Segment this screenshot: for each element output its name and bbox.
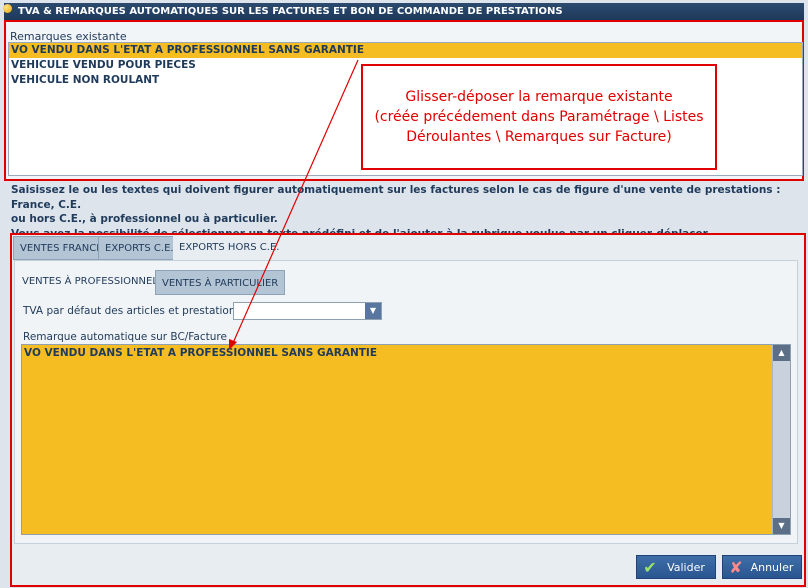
drag-arrow-head — [229, 339, 237, 350]
drag-arrow — [229, 59, 359, 350]
drag-arrow-line — [232, 59, 359, 344]
